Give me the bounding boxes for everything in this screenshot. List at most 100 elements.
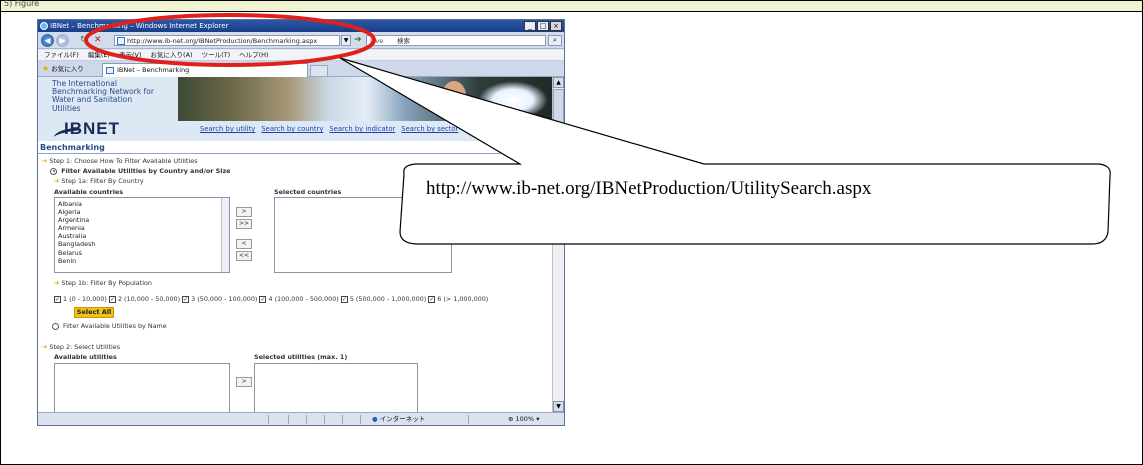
menu-view[interactable]: 表示(V) [119,50,142,60]
filter-name-label: Filter Available Utilities by Name [63,322,167,330]
photo-water [478,81,548,119]
status-divider [268,415,269,424]
menu-bar: ファイル(F) 編集(E) 表示(V) お気に入り(A) ツール(T) ヘルプ(… [38,50,564,61]
list-item[interactable]: Bangladesh [58,240,226,248]
search-icon[interactable]: ⌕ [548,35,562,46]
remove-all-countries-button[interactable]: << [236,251,252,261]
step2-heading: ➔ Step 2: Select Utilities [42,343,120,351]
remove-country-button[interactable]: < [236,239,252,249]
list-item[interactable]: Australia [58,232,226,240]
selected-countries-label: Selected countries [274,188,342,196]
checkbox-pop-1[interactable]: ✓ [54,295,61,303]
pop-4-label: 4 (100,000 - 500,000) [268,295,339,303]
browser-window: IBNet – Benchmarking – Windows Internet … [37,19,565,426]
checkbox-pop-6[interactable]: ✓ [428,295,436,303]
add-all-countries-button[interactable]: >> [236,219,252,229]
checkbox-pop-5[interactable]: ✓ [340,295,348,303]
refresh-icon[interactable]: ↻ [80,35,88,46]
list-item[interactable]: Armenia [58,224,226,232]
menu-help[interactable]: ヘルプ(H) [239,50,268,60]
selected-countries-list[interactable] [274,197,452,273]
filter-name-option[interactable]: Filter Available Utilities by Name [52,322,167,330]
favorites-button[interactable]: ★ お気に入り [42,64,84,74]
photo-child [442,81,466,111]
forward-icon[interactable]: ▶ [56,34,69,47]
selected-utilities-list[interactable] [254,363,418,412]
title-divider [38,153,554,154]
menu-tools[interactable]: ツール(T) [202,50,231,60]
step1-label: Step 1: Choose How To Filter Available U… [49,157,198,165]
tab-ibnet[interactable]: IBNet – Benchmarking [102,63,308,77]
go-icon[interactable]: ➔ [354,35,362,46]
pop-5-label: 5 (500,000 - 1,000,000) [349,295,427,303]
header-photo [178,77,554,121]
status-divider [360,415,361,424]
minimize-button[interactable]: _ [524,21,536,31]
top-strip: 5) Figure [1,0,1142,12]
address-bar: ◀ ▶ ↻ ✕ http://www.ib-net.org/IBNetProdu… [38,32,564,49]
status-bar: ● インターネット ⊕ 100% ▾ [38,412,564,425]
pop-3-label: 3 (50,000 - 100,000) [191,295,258,303]
figure-frame: 5) Figure IBNet – Benchmarking – Windows… [0,0,1143,465]
population-filters: ✓ 1 (0 - 10,000) ✓ 2 (10,000 - 50,000) ✓ 3 … [54,295,488,303]
list-item[interactable]: Algeria [58,208,226,216]
list-item[interactable]: Benin [58,257,226,265]
page-scrollbar[interactable]: ▲ ▼ [552,77,564,412]
new-tab-button[interactable] [310,65,328,77]
tab-bar: ★ お気に入り IBNet – Benchmarking [38,61,564,77]
pop-6-label: 6 (> 1,000,000) [437,295,489,303]
select-all-button[interactable]: Select All [74,307,114,318]
maximize-button[interactable]: □ [537,21,549,31]
url-text: http://www.ib-net.org/IBNetProduction/Be… [127,37,318,45]
available-utilities-list[interactable] [54,363,230,412]
site-nav: Search by utility Search by country Sear… [200,125,458,133]
menu-file[interactable]: ファイル(F) [44,50,79,60]
star-icon: ★ [42,64,50,73]
arrow-icon: ➔ [42,157,48,165]
filter-country-option[interactable]: Filter Available Utilities by Country an… [50,167,231,175]
filter-country-label: Filter Available Utilities by Country an… [61,167,231,175]
menu-favorites[interactable]: お気に入り(A) [151,50,193,60]
url-dropdown-icon[interactable]: ▼ [341,35,351,46]
step1a-heading: ➔ Step 1a: Filter By Country [54,177,144,185]
selected-utilities-label: Selected utilities (max. 1) [254,353,348,361]
radio-filter-name[interactable] [52,322,59,330]
scroll-thumb[interactable] [553,89,564,239]
list-scrollbar[interactable] [221,198,229,272]
zoom-control[interactable]: ⊕ 100% ▾ [508,413,540,425]
scroll-up-icon[interactable]: ▲ [553,77,564,88]
nav-search-utility[interactable]: Search by utility [200,125,255,133]
top-strip-text: 5) Figure [4,0,40,8]
callout-text: http://www.ib-net.org/IBNetProduction/Ut… [426,178,872,199]
back-icon[interactable]: ◀ [41,34,54,47]
pop-1-label: 1 (0 - 10,000) [63,295,107,303]
add-utility-button[interactable]: > [236,377,252,387]
tab-page-icon [106,67,114,74]
list-item[interactable]: Albania [58,200,226,208]
checkbox-pop-4[interactable]: ✓ [259,295,267,303]
checkbox-pop-3[interactable]: ✓ [182,295,190,303]
close-button[interactable]: × [550,21,562,31]
status-divider [288,415,289,424]
title-bar: IBNet – Benchmarking – Windows Internet … [38,20,564,32]
nav-search-indicator[interactable]: Search by indicator [329,125,395,133]
status-divider [306,415,307,424]
site-header: The International Benchmarking Network f… [38,77,554,142]
list-item[interactable]: Argentina [58,216,226,224]
tab-label: IBNet – Benchmarking [117,66,190,74]
menu-edit[interactable]: 編集(E) [88,50,110,60]
zone-label: インターネット [379,415,426,423]
add-country-button[interactable]: > [236,207,252,217]
url-field[interactable]: http://www.ib-net.org/IBNetProduction/Be… [114,35,340,46]
scroll-down-icon[interactable]: ▼ [553,401,564,412]
radio-filter-country[interactable] [50,167,57,175]
favorites-label: お気に入り [51,65,84,73]
stop-icon[interactable]: ✕ [94,35,102,46]
chevron-down-icon: ▾ [536,415,540,423]
available-countries-list[interactable]: Albania Algeria Argentina Armenia Austra… [54,197,230,273]
list-item[interactable]: Belarus [58,249,226,257]
checkbox-pop-2[interactable]: ✓ [108,295,116,303]
nav-search-sector[interactable]: Search by sector [401,125,458,133]
nav-search-country[interactable]: Search by country [261,125,323,133]
search-input[interactable]: Live 検索 [366,35,546,46]
